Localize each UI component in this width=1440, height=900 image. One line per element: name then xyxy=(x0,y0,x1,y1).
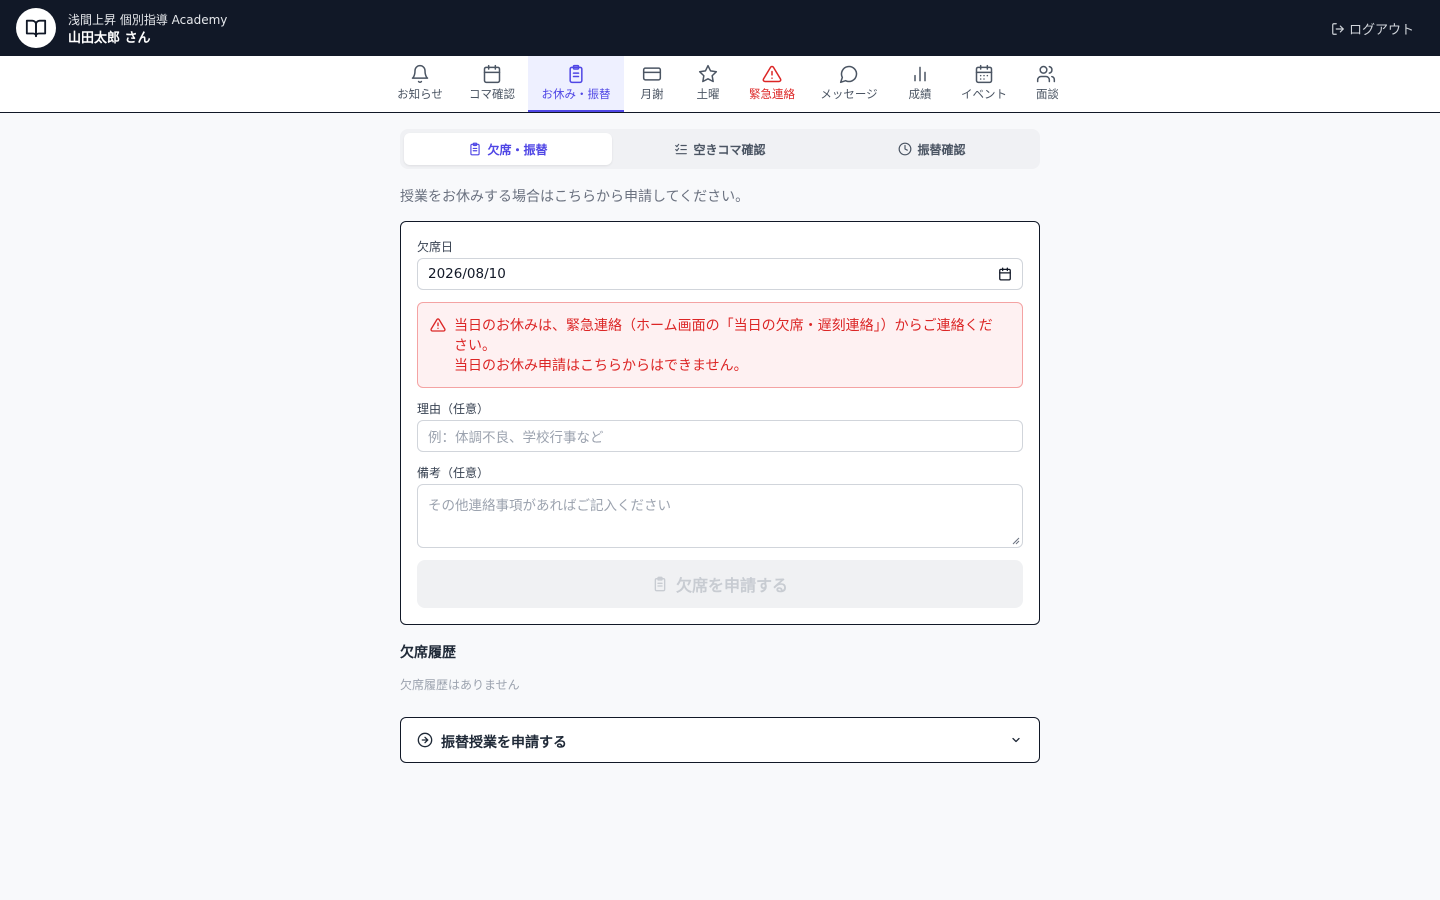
same-day-alert: 当日のお休みは、緊急連絡（ホーム画面の「当日の欠席・遅刻連絡」）からご連絡くださ… xyxy=(417,302,1023,388)
clock-icon xyxy=(899,142,912,156)
date-value: 2026/08/10 xyxy=(428,266,506,282)
calendar-grid-icon xyxy=(975,64,993,84)
alert-line-1: 当日のお休みは、緊急連絡（ホーム画面の「当日の欠席・遅刻連絡」）からご連絡くださ… xyxy=(454,318,993,354)
absence-date-field[interactable]: 2026/08/10 xyxy=(417,258,1023,290)
transfer-accordion[interactable]: 振替授業を申請する xyxy=(400,717,1040,763)
student-name: 山田太郎 さん xyxy=(68,31,151,46)
nav-item-emergency[interactable]: 緊急連絡 xyxy=(740,56,804,112)
checklist-icon xyxy=(675,143,688,155)
calendar-picker-icon[interactable] xyxy=(998,267,1012,281)
alert-line-2: 当日のお休み申請はこちらからはできません。 xyxy=(454,358,748,374)
star-icon xyxy=(698,64,718,83)
note-placeholder: その他連絡事項があればご記入ください xyxy=(428,498,671,514)
warning-icon xyxy=(430,318,446,332)
nav-label: 緊急連絡 xyxy=(749,87,795,101)
nav-label: コマ確認 xyxy=(469,87,515,101)
history-empty-text: 欠席履歴はありません xyxy=(400,678,520,692)
resize-handle-icon[interactable] xyxy=(1012,537,1020,545)
tab-label: 振替確認 xyxy=(917,142,966,157)
tab-label: 空きコマ確認 xyxy=(693,142,766,157)
nav-item-grades[interactable]: 成績 xyxy=(896,56,944,112)
calendar-icon xyxy=(483,64,501,84)
clipboard-icon xyxy=(654,576,666,592)
submit-absence-button[interactable]: 欠席を申請する xyxy=(417,560,1023,608)
users-icon xyxy=(1036,65,1056,83)
absence-form-card: 欠席日 2026/08/10 当日のお休みは、緊急連絡（ホーム画面の「当日の欠席… xyxy=(400,221,1040,625)
logout-label: ログアウト xyxy=(1348,23,1414,38)
card-icon xyxy=(642,67,662,81)
clipboard-icon xyxy=(470,142,481,156)
reason-label: 理由（任意） xyxy=(417,402,490,416)
tab-absence[interactable]: 欠席・振替 xyxy=(404,133,612,165)
bar-chart-icon xyxy=(914,66,926,82)
arrow-circle-right-icon xyxy=(417,732,433,748)
nav-item-tuition[interactable]: 月謝 xyxy=(628,56,676,112)
nav-item-events[interactable]: イベント xyxy=(956,56,1012,112)
nav-label: メッセージ xyxy=(820,87,878,101)
nav-item-messages[interactable]: メッセージ xyxy=(814,56,884,112)
logout-icon xyxy=(1332,22,1344,35)
clipboard-icon xyxy=(569,64,583,84)
chevron-down-icon xyxy=(1012,737,1020,743)
nav-item-notices[interactable]: お知らせ xyxy=(386,56,454,112)
intro-text: 授業をお休みする場合はこちらから申請してください。 xyxy=(400,189,750,205)
nav-item-saturday[interactable]: 土曜 xyxy=(684,56,732,112)
nav-label: 月謝 xyxy=(640,87,664,101)
submit-label: 欠席を申請する xyxy=(675,576,788,595)
nav-label: イベント xyxy=(961,87,1007,101)
tab-transfer-check[interactable]: 振替確認 xyxy=(828,133,1036,165)
tab-label: 欠席・振替 xyxy=(487,142,548,157)
accordion-title: 振替授業を申請する xyxy=(441,735,567,751)
top-header: 浅間上昇 個別指導 Academy 山田太郎 さん ログアウト xyxy=(0,0,1440,56)
tab-open-slots[interactable]: 空きコマ確認 xyxy=(616,133,824,165)
warning-icon xyxy=(762,65,782,83)
note-textarea[interactable]: その他連絡事項があればご記入ください xyxy=(417,484,1023,548)
nav-label: お知らせ xyxy=(397,87,443,101)
nav-label: お休み・振替 xyxy=(541,87,611,101)
nav-label: 成績 xyxy=(908,87,932,101)
sub-tabs: 欠席・振替 空きコマ確認 振替確認 xyxy=(400,129,1040,169)
nav-label: 面談 xyxy=(1036,87,1058,101)
date-label: 欠席日 xyxy=(417,240,454,254)
history-title: 欠席履歴 xyxy=(400,645,456,661)
reason-input[interactable]: 例：体調不良、学校行事など xyxy=(417,420,1023,452)
school-name: 浅間上昇 個別指導 Academy xyxy=(68,13,228,27)
nav-item-absence[interactable]: お休み・振替 xyxy=(528,56,624,112)
nav-item-interview[interactable]: 面談 xyxy=(1026,56,1058,112)
logout-button[interactable]: ログアウト xyxy=(1331,19,1414,38)
bell-icon xyxy=(411,64,429,84)
note-label: 備考（任意） xyxy=(417,466,490,480)
alert-message: 当日のお休みは、緊急連絡（ホーム画面の「当日の欠席・遅刻連絡」）からご連絡くださ… xyxy=(454,316,1006,376)
chat-icon xyxy=(839,65,858,84)
main-nav: お知らせ コマ確認 お休み・振替 月謝 土曜 緊急連絡 メッセージ 成績 イベン… xyxy=(0,56,1440,113)
book-logo-icon xyxy=(16,8,56,48)
nav-label: 土曜 xyxy=(696,87,720,101)
nav-item-lessons[interactable]: コマ確認 xyxy=(458,56,526,112)
